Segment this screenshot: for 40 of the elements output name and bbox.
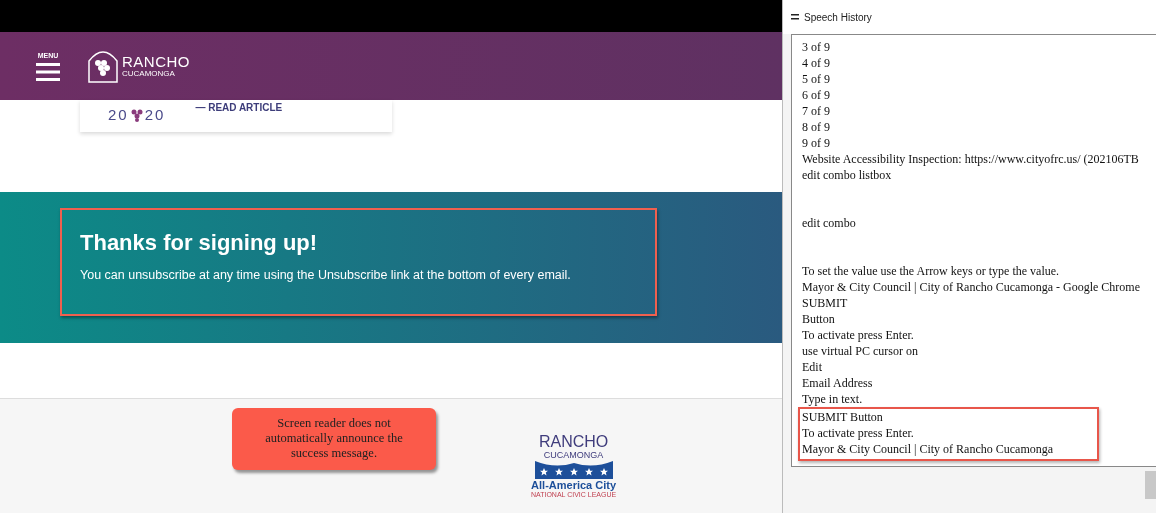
year-logo-text: 20 xyxy=(144,106,166,123)
log-line: Email Address xyxy=(802,375,874,391)
scrollbar-thumb[interactable] xyxy=(1145,471,1156,499)
window-title: Speech History xyxy=(804,11,872,23)
log-line: SUBMIT xyxy=(802,295,849,311)
footer-logo-subtitle: CUCAMONGA xyxy=(543,450,604,461)
log-line: edit combo listbox xyxy=(802,167,893,183)
log-line: Website Accessibility Inspection: https://www.cityofrc.us/ (202106TB xyxy=(802,151,1140,167)
log-line: To activate press Enter. xyxy=(802,327,915,343)
log-line: Type in text. xyxy=(802,391,864,407)
logo-subtitle: CUCAMONGA xyxy=(122,69,176,78)
footer-logo-motto: All-America City xyxy=(531,479,617,491)
menu-icon[interactable] xyxy=(791,14,799,20)
log-line: Mayor & City Council | City of Rancho Cucamonga xyxy=(802,441,1055,457)
log-line: 7 of 9 xyxy=(802,103,831,119)
log-line: To set the value use the Arrow keys or type the value. xyxy=(802,263,1061,279)
grape-icon xyxy=(130,107,143,122)
log-line: Mayor & City Council | City of Rancho Cucamonga - Google Chrome xyxy=(802,279,1142,295)
log-line: To activate press Enter. xyxy=(802,425,915,441)
log-line: use virtual PC cursor on xyxy=(802,343,919,359)
log-line: Button xyxy=(802,311,836,327)
year-logo-text: 20 xyxy=(108,106,129,123)
log-line: 3 of 9 xyxy=(802,39,831,55)
stars-banner-icon xyxy=(534,461,613,479)
log-line: edit combo xyxy=(802,215,857,231)
log-line: 5 of 9 xyxy=(802,71,831,87)
grape-logo-icon xyxy=(86,49,120,83)
logo-title: RANCHO xyxy=(122,54,190,69)
success-text: You can unsubscribe at any time using the Unsubscribe link at the bottom of every email. xyxy=(80,268,572,282)
read-article-link[interactable]: — READ ARTICLE xyxy=(195,100,283,113)
log-line: 9 of 9 xyxy=(802,135,831,151)
log-line: 8 of 9 xyxy=(802,119,831,135)
log-line: 6 of 9 xyxy=(802,87,831,103)
success-title: Thanks for signing up! xyxy=(80,230,319,256)
log-line: Edit xyxy=(802,359,823,375)
log-line: 4 of 9 xyxy=(802,55,831,71)
annotation-callout: Screen reader does not automatically announce the success message. xyxy=(232,408,436,470)
menu-icon xyxy=(36,62,60,81)
footer-logo-title: RANCHO xyxy=(538,434,609,450)
log-line: SUBMIT Button xyxy=(802,409,884,425)
